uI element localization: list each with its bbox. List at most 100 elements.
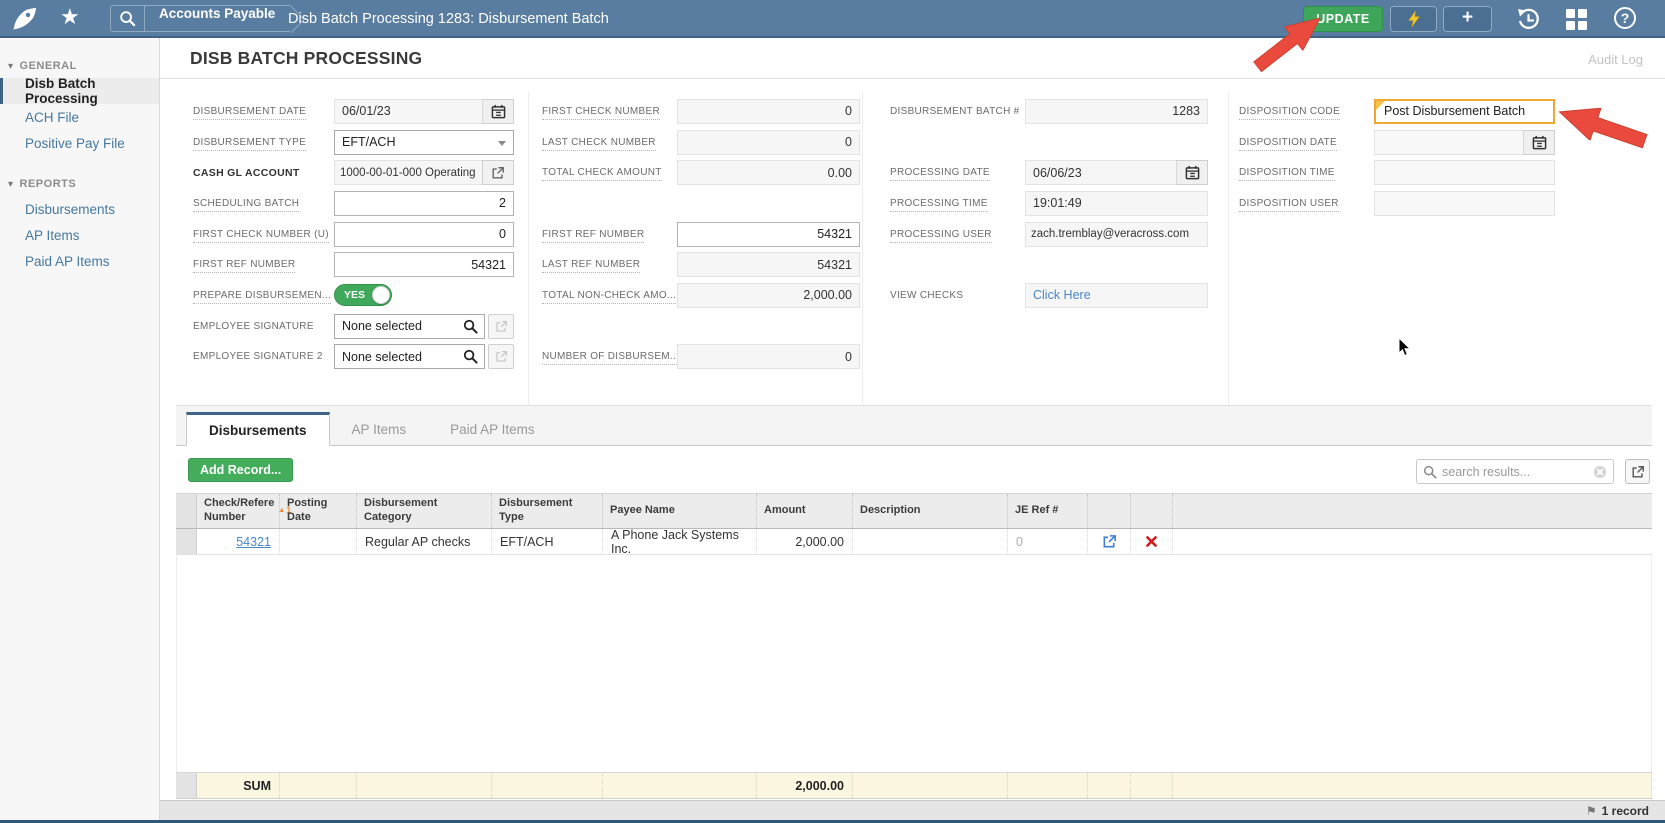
sidebar-item-positive-pay-file[interactable]: Positive Pay File	[0, 130, 159, 156]
table-row: 54321 Regular AP checks EFT/ACH A Phone …	[176, 528, 1652, 556]
detail-tabs: Disbursements AP Items Paid AP Items	[176, 405, 1652, 446]
sidebar-item-paid-ap-items[interactable]: Paid AP Items	[0, 248, 159, 274]
sum-amount: 2,000.00	[757, 773, 853, 798]
first-check-number-field: 0	[677, 98, 860, 124]
update-button[interactable]: UPDATE	[1303, 6, 1383, 32]
first-ref-number-2-input[interactable]	[677, 221, 860, 247]
open-record-icon	[488, 313, 514, 339]
add-button[interactable]: +	[1443, 6, 1492, 32]
history-icon[interactable]	[1516, 7, 1540, 31]
open-record-icon[interactable]	[1088, 529, 1131, 554]
employee-signature-lookup[interactable]: None selected	[334, 313, 485, 339]
breadcrumb: Accounts Payable	[110, 5, 306, 33]
open-results-icon[interactable]	[1625, 459, 1650, 484]
column-header-amount[interactable]: Amount	[757, 494, 853, 528]
sidebar-item-disbursements[interactable]: Disbursements	[0, 196, 159, 222]
processing-user-field: zach.tremblay@veracross.com	[1025, 221, 1208, 247]
column-header-description[interactable]: Description	[853, 494, 1008, 528]
apps-grid-icon[interactable]	[1566, 9, 1587, 30]
sidebar-section-general[interactable]: ▾ GENERAL	[0, 54, 159, 78]
row-handle[interactable]	[176, 529, 197, 554]
scheduling-batch-label: SCHEDULING BATCH	[193, 197, 334, 212]
breadcrumb-app[interactable]: Accounts Payable	[145, 6, 291, 21]
quick-actions-button[interactable]	[1390, 6, 1437, 32]
employee-signature-2-label: EMPLOYEE SIGNATURE 2	[193, 351, 323, 363]
employee-signature-2-lookup[interactable]: None selected	[334, 344, 485, 370]
disposition-code-select[interactable]: Post Disbursement Batch	[1374, 98, 1555, 124]
search-icon	[1423, 465, 1437, 479]
total-non-check-amount-label: TOTAL NON-CHECK AMO...	[542, 289, 677, 304]
open-record-icon[interactable]	[482, 160, 514, 186]
disbursement-batch-number-field: 1283	[1025, 98, 1208, 124]
first-ref-number-2-label: FIRST REF NUMBER	[542, 228, 677, 243]
sidebar-section-reports[interactable]: ▾ REPORTS	[0, 172, 159, 196]
record-count: ⚑ 1 record	[1585, 804, 1649, 818]
column-header-type[interactable]: Disbursement Type	[492, 494, 603, 528]
chevron-down-icon: ▾	[8, 60, 14, 72]
sidebar-item-ap-items[interactable]: AP Items	[0, 222, 159, 248]
top-navigation-bar: ★ Accounts Payable Disb Batch Processing…	[0, 0, 1665, 38]
help-icon[interactable]: ?	[1614, 7, 1636, 29]
sidebar-item-disb-batch-processing[interactable]: Disb Batch Processing	[0, 76, 159, 106]
chevron-down-icon	[498, 140, 506, 146]
clear-search-icon[interactable]	[1593, 465, 1607, 479]
type-cell: EFT/ACH	[492, 529, 603, 554]
column-header-check-ref[interactable]: Check/Refere Number ▲ 1	[197, 494, 291, 528]
batch-form: DISBURSEMENT DATE 06/01/23 DISBURSEMENT …	[160, 79, 1665, 445]
scheduling-batch-input[interactable]	[334, 190, 514, 216]
prepare-disbursement-toggle[interactable]: YES	[334, 284, 392, 307]
audit-log-link[interactable]: Audit Log	[1588, 52, 1643, 67]
sum-row: SUM 2,000.00	[176, 772, 1652, 799]
calendar-icon[interactable]	[1176, 160, 1208, 186]
total-check-amount-field: 0.00	[677, 160, 860, 186]
chevron-down-icon: ▾	[8, 178, 14, 190]
calendar-icon[interactable]	[1523, 129, 1555, 155]
grid-empty-area	[176, 555, 1652, 772]
processing-user-label: PROCESSING USER	[890, 228, 1025, 243]
page-title: DISB BATCH PROCESSING	[190, 48, 423, 68]
number-of-disbursements-label: NUMBER OF DISBURSEM...	[542, 351, 680, 366]
posting-date-cell	[280, 529, 357, 554]
last-check-number-field: 0	[677, 129, 860, 155]
first-check-number-label: FIRST CHECK NUMBER	[542, 105, 677, 120]
main-content: DISB BATCH PROCESSING Audit Log DISBURSE…	[160, 38, 1665, 823]
column-header-category[interactable]: Disbursement Category	[357, 494, 492, 528]
payee-cell: A Phone Jack Systems Inc.	[603, 528, 757, 556]
tab-paid-ap-items[interactable]: Paid AP Items	[428, 412, 557, 446]
lightning-icon	[1407, 10, 1420, 28]
global-search-icon[interactable]	[111, 6, 145, 31]
open-record-icon	[488, 344, 514, 370]
je-ref-cell: 0	[1008, 529, 1088, 554]
processing-date-field: 06/06/23	[1025, 160, 1177, 186]
last-ref-number-field: 54321	[677, 252, 860, 278]
last-check-number-label: LAST CHECK NUMBER	[542, 136, 677, 151]
disbursement-date-field: 06/01/23	[334, 98, 483, 124]
add-record-button[interactable]: Add Record...	[188, 458, 294, 482]
tab-disbursements[interactable]: Disbursements	[186, 412, 330, 446]
disbursement-batch-number-label: DISBURSEMENT BATCH #	[890, 105, 1020, 117]
disbursement-type-select[interactable]: EFT/ACH	[334, 129, 514, 155]
favorites-star-icon[interactable]: ★	[60, 4, 80, 30]
total-non-check-amount-field: 2,000.00	[677, 282, 860, 308]
view-checks-link[interactable]: Click Here	[1033, 288, 1091, 302]
row-handle-header	[176, 494, 197, 528]
first-check-number-u-input[interactable]	[334, 221, 514, 247]
calendar-icon[interactable]	[482, 98, 514, 124]
first-ref-number-input[interactable]	[334, 252, 514, 278]
column-header-je-ref[interactable]: JE Ref #	[1008, 494, 1088, 528]
rocket-icon[interactable]	[12, 7, 38, 31]
delete-row-icon[interactable]	[1131, 529, 1173, 554]
total-check-amount-label: TOTAL CHECK AMOUNT	[542, 167, 677, 182]
modified-corner-icon	[1376, 100, 1385, 110]
tab-ap-items[interactable]: AP Items	[330, 412, 429, 446]
column-header-payee[interactable]: Payee Name	[603, 494, 757, 528]
disposition-code-label: DISPOSITION CODE	[1239, 105, 1374, 120]
search-icon	[463, 319, 478, 334]
column-header-posting-date[interactable]: Posting Date	[280, 494, 357, 528]
sidebar-item-ach-file[interactable]: ACH File	[0, 104, 159, 130]
number-of-disbursements-field: 0	[677, 344, 860, 370]
disposition-date-field	[1374, 129, 1524, 155]
toggle-knob	[372, 286, 390, 305]
search-results-input[interactable]	[1442, 464, 1588, 479]
check-ref-link[interactable]: 54321	[236, 535, 271, 549]
